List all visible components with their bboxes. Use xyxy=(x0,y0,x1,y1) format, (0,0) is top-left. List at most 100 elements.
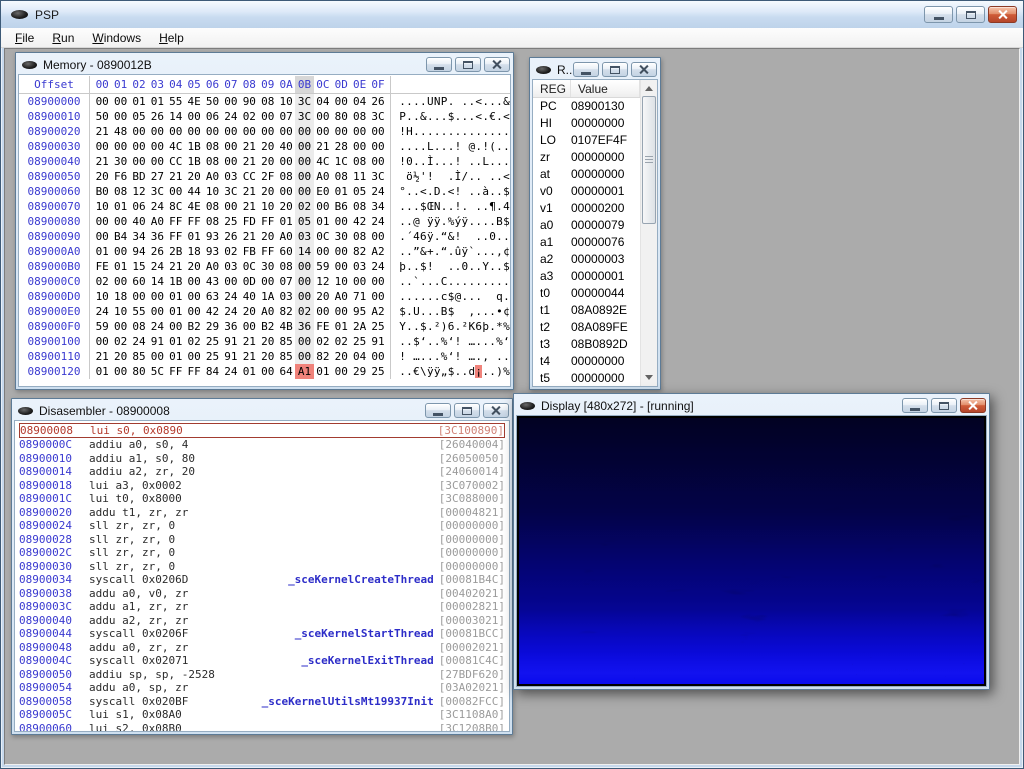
disasm-row[interactable]: 0890003Caddu a1, zr, zr[00002821] xyxy=(19,600,505,614)
memory-byte-cell[interactable]: 05 xyxy=(350,184,368,199)
memory-byte-cell[interactable]: 1A xyxy=(259,289,277,304)
memory-byte-cell[interactable]: 02 xyxy=(295,304,313,319)
register-row[interactable]: t108A0892E xyxy=(533,302,640,319)
memory-byte-cell[interactable]: 00 xyxy=(222,274,240,289)
memory-byte-cell[interactable]: 02 xyxy=(240,109,258,124)
memory-byte-cell[interactable]: 08 xyxy=(350,229,368,244)
memory-byte-cell[interactable]: 00 xyxy=(130,289,148,304)
memory-byte-cell[interactable]: 27 xyxy=(148,169,166,184)
memory-byte-cell[interactable]: 00 xyxy=(185,349,203,364)
memory-byte-cell[interactable]: 20 xyxy=(314,289,332,304)
memory-byte-cell[interactable]: 20 xyxy=(259,139,277,154)
memory-byte-cell[interactable]: 24 xyxy=(222,109,240,124)
memory-byte-cell[interactable]: 93 xyxy=(203,244,221,259)
memory-byte-cell[interactable]: 00 xyxy=(332,214,350,229)
memory-byte-cell[interactable]: 82 xyxy=(314,349,332,364)
memory-byte-cell[interactable]: 3C xyxy=(222,184,240,199)
memory-byte-cell[interactable]: A1 xyxy=(295,364,313,379)
memory-byte-cell[interactable]: 08 xyxy=(259,94,277,109)
memory-byte-cell[interactable]: 91 xyxy=(222,334,240,349)
memory-byte-cell[interactable]: 25 xyxy=(222,214,240,229)
memory-byte-cell[interactable]: 00 xyxy=(314,244,332,259)
memory-byte-cell[interactable]: 00 xyxy=(222,124,240,139)
memory-byte-cell[interactable]: 60 xyxy=(277,244,295,259)
memory-byte-cell[interactable]: 06 xyxy=(130,199,148,214)
memory-byte-cell[interactable]: 00 xyxy=(148,124,166,139)
memory-byte-cell[interactable]: 05 xyxy=(130,109,148,124)
memory-byte-cell[interactable]: 30 xyxy=(332,229,350,244)
memory-byte-cell[interactable]: 00 xyxy=(295,259,313,274)
memory-byte-cell[interactable]: 08 xyxy=(277,169,295,184)
memory-byte-cell[interactable]: 21 xyxy=(240,139,258,154)
memory-byte-cell[interactable]: 25 xyxy=(350,334,368,349)
register-row[interactable]: at00000000 xyxy=(533,166,640,183)
memory-byte-cell[interactable]: 03 xyxy=(222,169,240,184)
disassembler-minimize-button[interactable] xyxy=(425,403,451,418)
memory-byte-cell[interactable]: 00 xyxy=(185,304,203,319)
memory-byte-cell[interactable]: 00 xyxy=(295,169,313,184)
memory-byte-cell[interactable]: 36 xyxy=(148,229,166,244)
memory-byte-cell[interactable]: 29 xyxy=(203,319,221,334)
memory-byte-cell[interactable]: 00 xyxy=(111,319,129,334)
memory-byte-cell[interactable]: 00 xyxy=(111,364,129,379)
memory-byte-cell[interactable]: 00 xyxy=(111,244,129,259)
register-row[interactable]: t208A089FE xyxy=(533,319,640,336)
memory-byte-cell[interactable]: 00 xyxy=(259,124,277,139)
memory-byte-cell[interactable]: 02 xyxy=(111,334,129,349)
memory-byte-cell[interactable]: 84 xyxy=(203,364,221,379)
memory-byte-cell[interactable]: 59 xyxy=(93,319,111,334)
memory-byte-cell[interactable]: B2 xyxy=(259,319,277,334)
memory-byte-cell[interactable]: 01 xyxy=(111,259,129,274)
memory-byte-cell[interactable]: 8C xyxy=(167,199,185,214)
memory-byte-cell[interactable]: 24 xyxy=(222,289,240,304)
memory-byte-cell[interactable]: A2 xyxy=(369,304,387,319)
memory-byte-cell[interactable]: 3C xyxy=(148,184,166,199)
memory-byte-cell[interactable]: 29 xyxy=(350,364,368,379)
disasm-row[interactable]: 08900050addiu sp, sp, -2528[27BDF620] xyxy=(19,668,505,682)
memory-byte-cell[interactable]: 43 xyxy=(203,274,221,289)
memory-byte-cell[interactable]: 00 xyxy=(332,364,350,379)
memory-byte-cell[interactable]: 06 xyxy=(203,109,221,124)
memory-byte-cell[interactable]: 26 xyxy=(148,244,166,259)
memory-byte-cell[interactable]: 07 xyxy=(277,274,295,289)
memory-byte-cell[interactable]: 02 xyxy=(93,274,111,289)
memory-byte-cell[interactable]: 00 xyxy=(314,199,332,214)
memory-byte-cell[interactable]: FF xyxy=(167,229,185,244)
memory-byte-cell[interactable]: 01 xyxy=(111,199,129,214)
memory-byte-cell[interactable]: 00 xyxy=(295,154,313,169)
register-row[interactable]: LO0107EF4F xyxy=(533,132,640,149)
memory-byte-cell[interactable]: 1B xyxy=(185,154,203,169)
memory-byte-cell[interactable]: 01 xyxy=(277,214,295,229)
memory-byte-cell[interactable]: FF xyxy=(167,364,185,379)
disasm-row[interactable]: 08900038addu a0, v0, zr[00402021] xyxy=(19,587,505,601)
memory-byte-cell[interactable]: 03 xyxy=(295,229,313,244)
memory-byte-cell[interactable]: 20 xyxy=(332,349,350,364)
memory-byte-cell[interactable]: 00 xyxy=(259,274,277,289)
memory-byte-cell[interactable]: 00 xyxy=(295,184,313,199)
memory-byte-cell[interactable]: 1B xyxy=(185,139,203,154)
memory-byte-cell[interactable]: 05 xyxy=(295,214,313,229)
memory-byte-cell[interactable]: 20 xyxy=(185,259,203,274)
memory-byte-cell[interactable]: 00 xyxy=(350,274,368,289)
memory-byte-cell[interactable]: 08 xyxy=(130,319,148,334)
memory-byte-cell[interactable]: 00 xyxy=(148,154,166,169)
memory-minimize-button[interactable] xyxy=(426,57,452,72)
memory-byte-cell[interactable]: 80 xyxy=(130,364,148,379)
memory-byte-cell[interactable]: 21 xyxy=(93,154,111,169)
memory-byte-cell[interactable]: 00 xyxy=(295,139,313,154)
memory-byte-cell[interactable]: 08 xyxy=(203,214,221,229)
memory-byte-cell[interactable]: 0C xyxy=(314,229,332,244)
display-minimize-button[interactable] xyxy=(902,398,928,413)
memory-byte-cell[interactable]: FD xyxy=(240,214,258,229)
memory-byte-cell[interactable]: 00 xyxy=(332,124,350,139)
disassembler-maximize-button[interactable] xyxy=(454,403,480,418)
memory-byte-cell[interactable]: 10 xyxy=(93,199,111,214)
memory-byte-cell[interactable]: A0 xyxy=(314,169,332,184)
memory-byte-cell[interactable]: B0 xyxy=(93,184,111,199)
memory-byte-cell[interactable]: 21 xyxy=(167,259,185,274)
memory-byte-cell[interactable]: FE xyxy=(314,319,332,334)
memory-byte-cell[interactable]: 21 xyxy=(240,154,258,169)
memory-byte-cell[interactable]: 2F xyxy=(259,169,277,184)
memory-byte-cell[interactable]: 00 xyxy=(222,139,240,154)
memory-byte-cell[interactable]: 24 xyxy=(369,259,387,274)
